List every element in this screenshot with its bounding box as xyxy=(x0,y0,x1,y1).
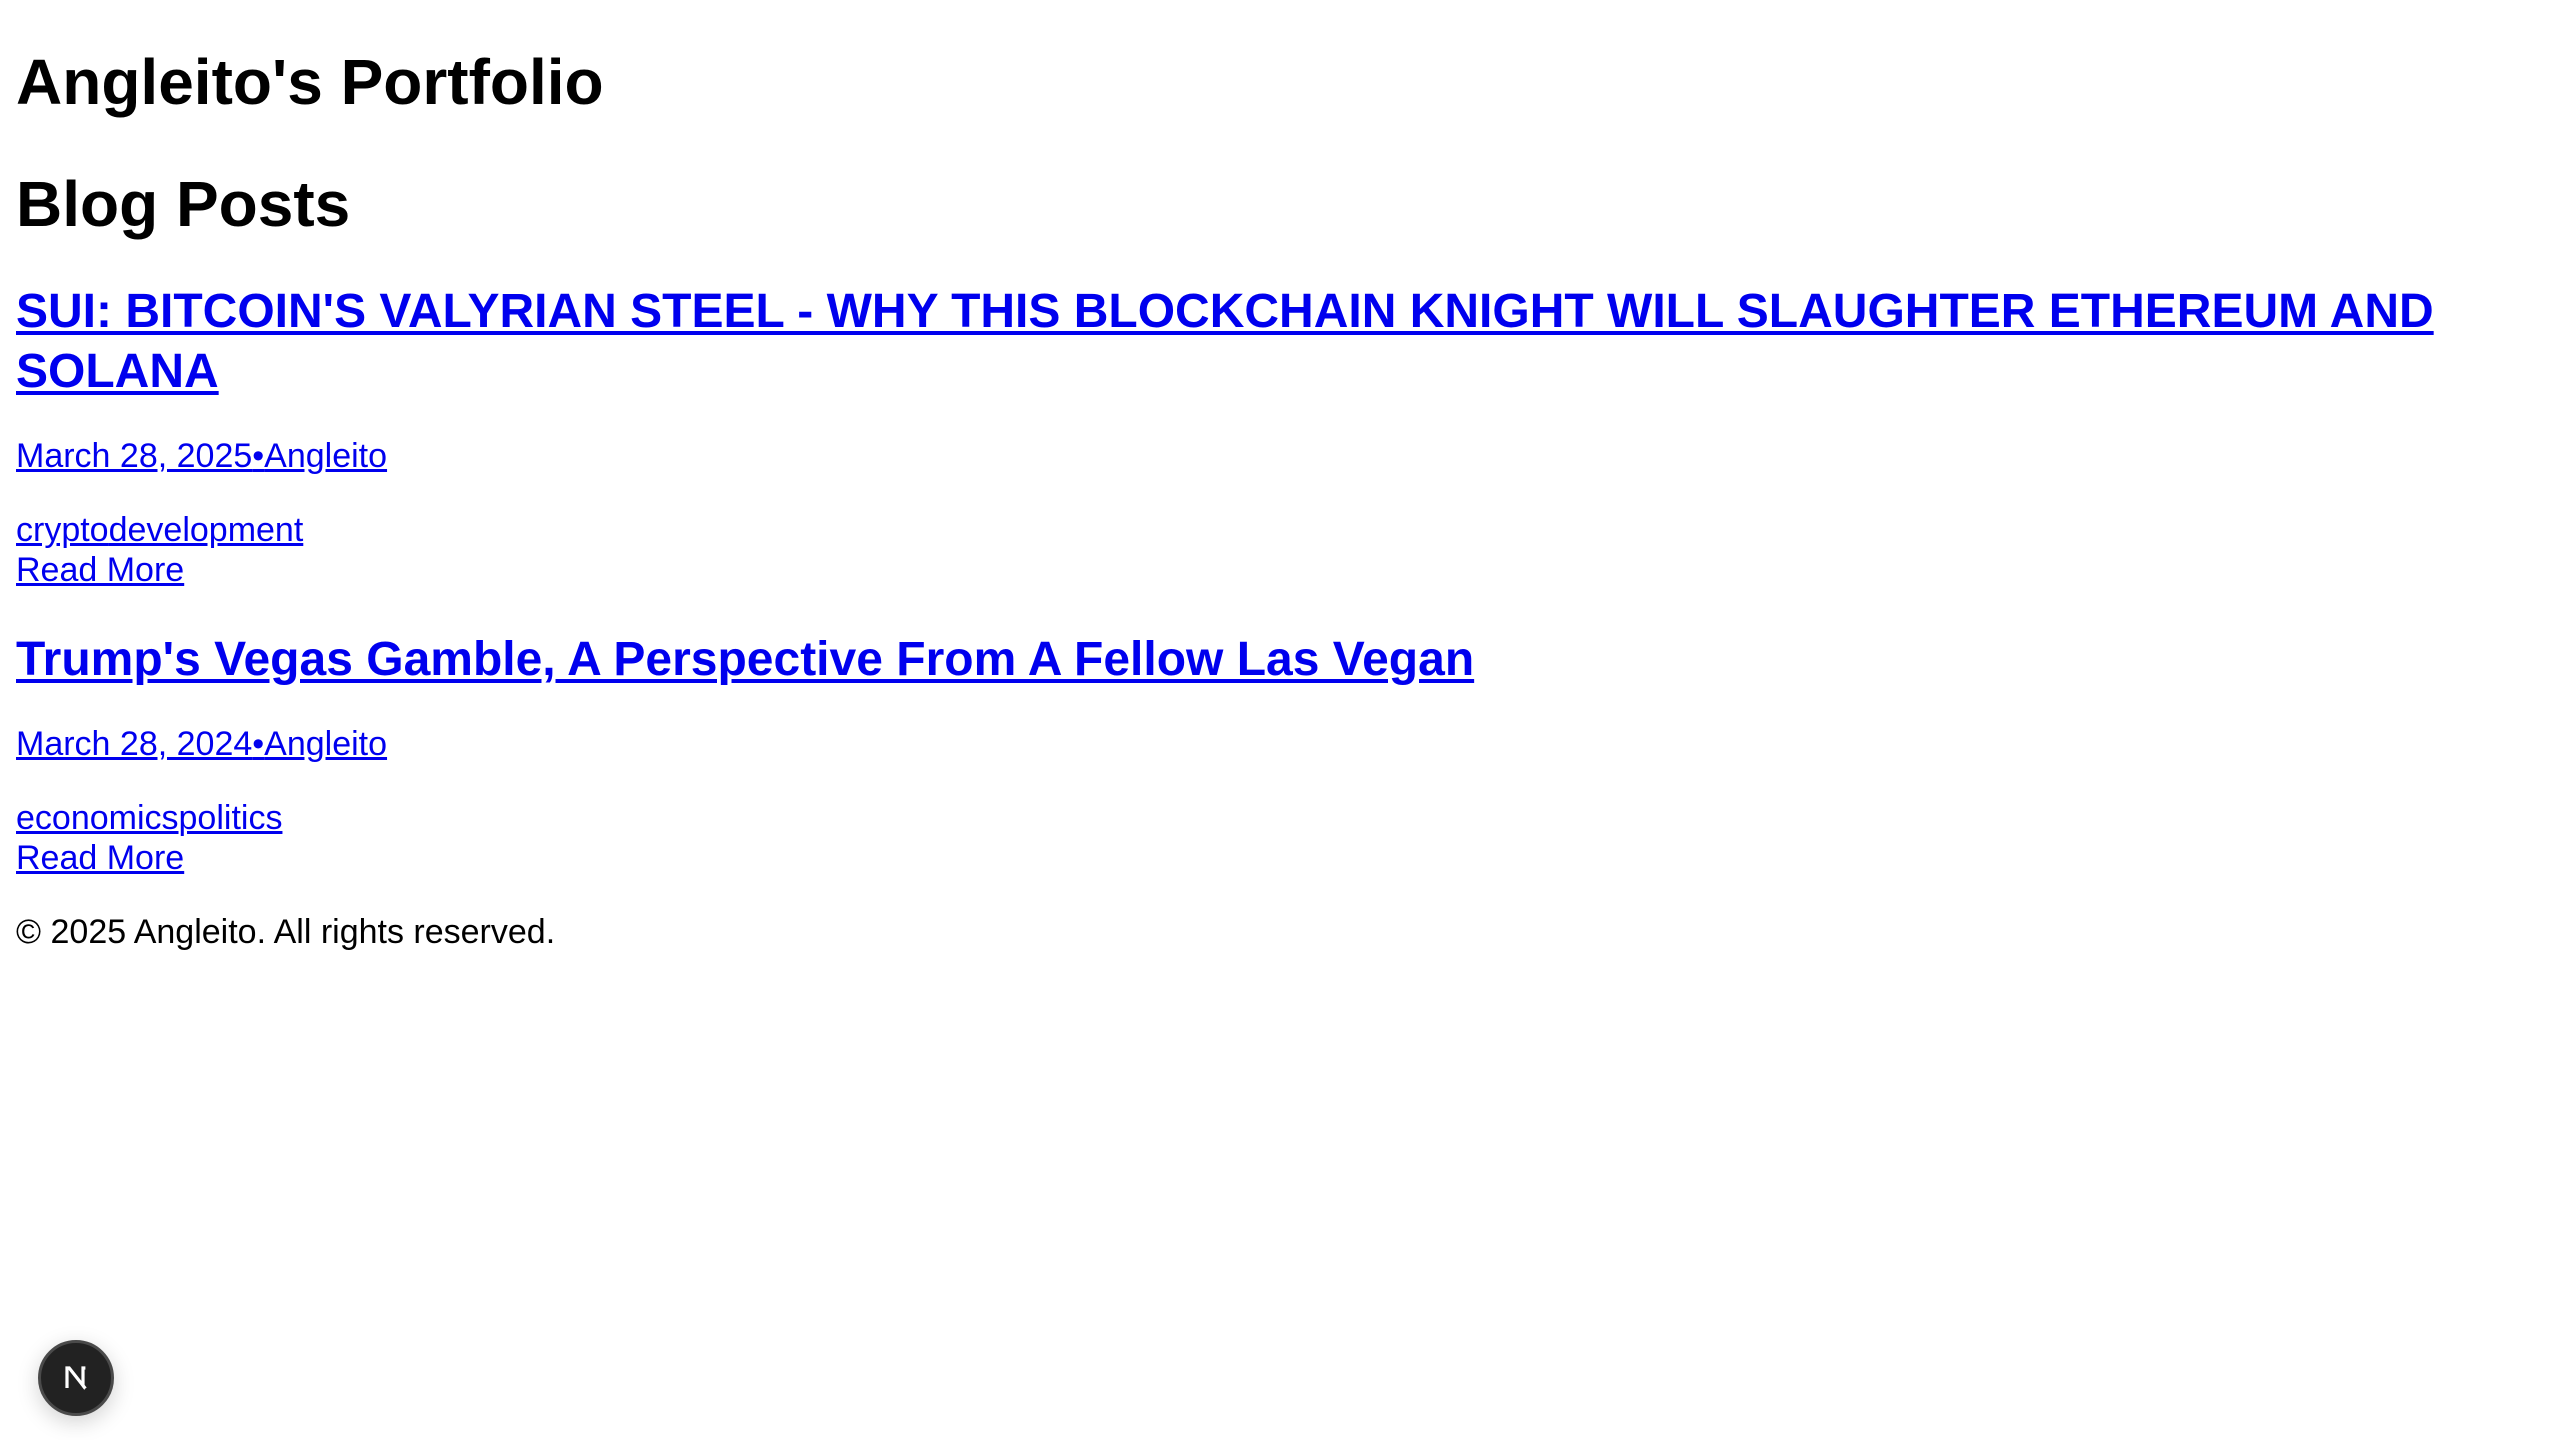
post-meta-link[interactable]: March 28, 2024•Angleito xyxy=(16,724,387,764)
post-date: March 28, 2025 xyxy=(16,437,253,475)
post-tags: economicspolitics xyxy=(16,798,2544,838)
tag-link[interactable]: economics xyxy=(16,799,179,837)
nextjs-logo-icon xyxy=(65,1366,87,1391)
post-date: March 28, 2024 xyxy=(16,725,253,763)
post-author: Angleito xyxy=(264,437,388,475)
tag-link[interactable]: politics xyxy=(179,799,283,837)
blog-post: SUI: BITCOIN'S VALYRIAN STEEL - WHY THIS… xyxy=(16,282,2544,590)
nextjs-dev-tools-button[interactable] xyxy=(38,1340,114,1416)
page: Angleito's Portfolio Blog Posts SUI: BIT… xyxy=(0,0,2560,952)
meta-separator: • xyxy=(252,725,265,763)
section-title: Blog Posts xyxy=(16,168,351,240)
site-title: Angleito's Portfolio xyxy=(16,46,604,118)
read-more-link[interactable]: Read More xyxy=(16,838,184,878)
post-title-link[interactable]: SUI: BITCOIN'S VALYRIAN STEEL - WHY THIS… xyxy=(16,285,2434,398)
post-author: Angleito xyxy=(264,725,388,763)
read-more-link[interactable]: Read More xyxy=(16,550,184,590)
tag-link[interactable]: development xyxy=(109,511,304,549)
footer-copyright: © 2025 Angleito. All rights reserved. xyxy=(16,913,556,951)
tag-link[interactable]: crypto xyxy=(16,511,109,549)
post-tags: cryptodevelopment xyxy=(16,510,2544,550)
post-title-heading: Trump's Vegas Gamble, A Perspective From… xyxy=(16,630,2544,690)
blog-post: Trump's Vegas Gamble, A Perspective From… xyxy=(16,630,2544,878)
post-title-heading: SUI: BITCOIN'S VALYRIAN STEEL - WHY THIS… xyxy=(16,282,2544,402)
post-meta-link[interactable]: March 28, 2025•Angleito xyxy=(16,436,387,476)
post-title-link[interactable]: Trump's Vegas Gamble, A Perspective From… xyxy=(16,633,1474,686)
meta-separator: • xyxy=(252,437,265,475)
